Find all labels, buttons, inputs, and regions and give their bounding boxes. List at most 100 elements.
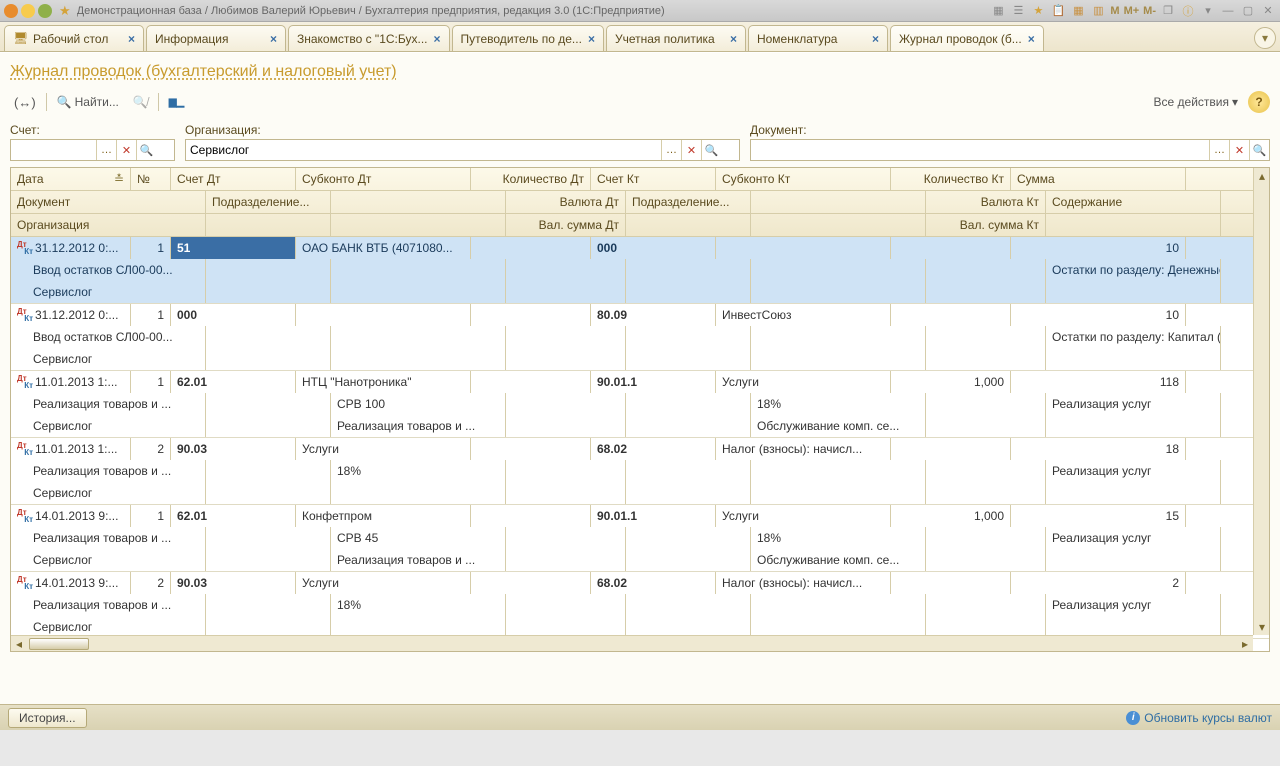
tab-3[interactable]: Путеводитель по де...× <box>452 25 604 51</box>
header-cell[interactable]: № <box>131 168 171 190</box>
find-button[interactable]: 🔍 Найти... <box>53 91 123 113</box>
toolbar-icon-1[interactable]: ▦ <box>990 3 1006 19</box>
header-cell[interactable]: Количество Кт <box>891 168 1011 190</box>
header-cell[interactable]: Сумма <box>1011 168 1186 190</box>
vertical-scrollbar[interactable]: ▴ ▾ <box>1253 168 1269 635</box>
doc-clear-button[interactable]: ✕ <box>1229 140 1249 160</box>
header-cell[interactable]: Организация <box>11 214 206 236</box>
table-row[interactable]: 14.01.2013 9:...162.01Конфетпром90.01.1У… <box>11 505 1269 572</box>
tab-5[interactable]: Номенклатура× <box>748 25 888 51</box>
tab-1[interactable]: Информация× <box>146 25 286 51</box>
table-row[interactable]: 31.12.2012 0:...100080.09ИнвестСоюз10Вво… <box>11 304 1269 371</box>
doc-select-button[interactable]: … <box>1209 140 1229 160</box>
header-cell[interactable]: Валюта Дт <box>506 191 626 213</box>
account-select-button[interactable]: … <box>96 140 116 160</box>
header-cell[interactable]: Счет Кт <box>591 168 716 190</box>
toolbar-icon-4[interactable]: ❐ <box>1160 3 1176 19</box>
table-row[interactable]: 11.01.2013 1:...162.01НТЦ "Нанотроника"9… <box>11 371 1269 438</box>
interval-button[interactable]: (↔) <box>10 91 40 113</box>
scroll-thumb[interactable] <box>29 638 89 650</box>
m-minus-button[interactable]: M- <box>1143 5 1156 17</box>
org-field[interactable]: … ✕ 🔍 <box>185 139 740 161</box>
cell: 11.01.2013 1:... <box>11 371 131 393</box>
titlebar-1c-icon[interactable] <box>4 4 18 18</box>
header-cell[interactable]: Содержание <box>1046 191 1221 213</box>
cell <box>926 326 1046 348</box>
toolbar-star-icon[interactable]: ★ <box>1030 3 1046 19</box>
header-cell[interactable] <box>331 191 506 213</box>
table-row[interactable]: 14.01.2013 9:...290.03Услуги68.02Налог (… <box>11 572 1269 639</box>
org-input[interactable] <box>186 140 661 160</box>
header-cell[interactable] <box>626 214 751 236</box>
account-label: Счет: <box>10 123 175 137</box>
header-cell[interactable]: Валюта Кт <box>926 191 1046 213</box>
tab-2[interactable]: Знакомство с "1С:Бух...× <box>288 25 450 51</box>
minimize-icon[interactable]: — <box>1220 3 1236 19</box>
titlebar-btn-3[interactable] <box>38 4 52 18</box>
help-button[interactable]: ? <box>1248 91 1270 113</box>
update-rates-link[interactable]: i Обновить курсы валют <box>1126 711 1272 725</box>
header-cell[interactable] <box>331 214 506 236</box>
m-button[interactable]: M <box>1110 5 1119 17</box>
org-search-button[interactable]: 🔍 <box>701 140 721 160</box>
favorite-star-icon[interactable]: ★ <box>59 3 71 19</box>
toolbar-icon-2[interactable]: ☰ <box>1010 3 1026 19</box>
header-cell[interactable]: Счет Дт <box>171 168 296 190</box>
tab-overflow-button[interactable]: ▾ <box>1254 27 1276 49</box>
doc-field[interactable]: … ✕ 🔍 <box>750 139 1270 161</box>
scroll-up-icon[interactable]: ▴ <box>1254 168 1270 184</box>
tab-close-icon[interactable]: × <box>872 32 879 46</box>
toolbar-icon-3[interactable]: 📋 <box>1050 3 1066 19</box>
m-plus-button[interactable]: M+ <box>1124 5 1140 17</box>
header-cell[interactable]: Вал. сумма Кт <box>926 214 1046 236</box>
account-clear-button[interactable]: ✕ <box>116 140 136 160</box>
maximize-icon[interactable]: ▢ <box>1240 3 1256 19</box>
tab-0[interactable]: 🖥Рабочий стол× <box>4 25 144 51</box>
doc-input[interactable] <box>751 140 1209 160</box>
header-cell[interactable]: Подразделение... <box>206 191 331 213</box>
scroll-left-icon[interactable]: ◂ <box>11 636 27 652</box>
header-cell[interactable]: Подразделение... <box>626 191 751 213</box>
account-input[interactable] <box>11 140 96 160</box>
calculator-icon[interactable]: ▦ <box>1070 3 1086 19</box>
header-cell[interactable]: Субконто Дт <box>296 168 471 190</box>
header-cell[interactable] <box>206 214 331 236</box>
header-cell[interactable]: Дата≛ <box>11 168 131 190</box>
header-cell[interactable]: Вал. сумма Дт <box>506 214 626 236</box>
dt-kt-button[interactable]: ▆▁ <box>165 91 188 113</box>
history-button[interactable]: История... <box>8 708 87 728</box>
header-cell[interactable]: Количество Дт <box>471 168 591 190</box>
tab-close-icon[interactable]: × <box>730 32 737 46</box>
header-cell[interactable] <box>751 214 926 236</box>
table-row[interactable]: 31.12.2012 0:...151ОАО БАНК ВТБ (4071080… <box>11 237 1269 304</box>
info-icon[interactable]: ⓘ <box>1180 3 1196 19</box>
tab-close-icon[interactable]: × <box>128 32 135 46</box>
horizontal-scrollbar[interactable]: ◂ ▸ <box>11 635 1253 651</box>
all-actions-dropdown[interactable]: Все действия ▾ <box>1150 91 1243 113</box>
tab-4[interactable]: Учетная политика× <box>606 25 746 51</box>
doc-search-button[interactable]: 🔍 <box>1249 140 1269 160</box>
dropdown-icon[interactable]: ▾ <box>1200 3 1216 19</box>
cell <box>206 326 331 348</box>
tab-close-icon[interactable]: × <box>270 32 277 46</box>
header-cell[interactable]: Документ <box>11 191 206 213</box>
grid-body[interactable]: 31.12.2012 0:...151ОАО БАНК ВТБ (4071080… <box>11 237 1269 651</box>
org-clear-button[interactable]: ✕ <box>681 140 701 160</box>
account-search-button[interactable]: 🔍 <box>136 140 156 160</box>
scroll-down-icon[interactable]: ▾ <box>1254 619 1270 635</box>
header-cell[interactable] <box>1046 214 1221 236</box>
org-select-button[interactable]: … <box>661 140 681 160</box>
header-cell[interactable] <box>751 191 926 213</box>
tab-close-icon[interactable]: × <box>588 32 595 46</box>
clear-find-button[interactable]: 🔍̸ <box>129 91 152 113</box>
account-field[interactable]: … ✕ 🔍 <box>10 139 175 161</box>
header-cell[interactable]: Субконто Кт <box>716 168 891 190</box>
scroll-right-icon[interactable]: ▸ <box>1237 636 1253 652</box>
table-row[interactable]: 11.01.2013 1:...290.03Услуги68.02Налог (… <box>11 438 1269 505</box>
calendar-icon[interactable]: ▥ <box>1090 3 1106 19</box>
tab-close-icon[interactable]: × <box>433 32 440 46</box>
titlebar-btn-2[interactable] <box>21 4 35 18</box>
tab-6[interactable]: Журнал проводок (б...× <box>890 25 1044 51</box>
close-icon[interactable]: ✕ <box>1260 3 1276 19</box>
tab-close-icon[interactable]: × <box>1028 32 1035 46</box>
